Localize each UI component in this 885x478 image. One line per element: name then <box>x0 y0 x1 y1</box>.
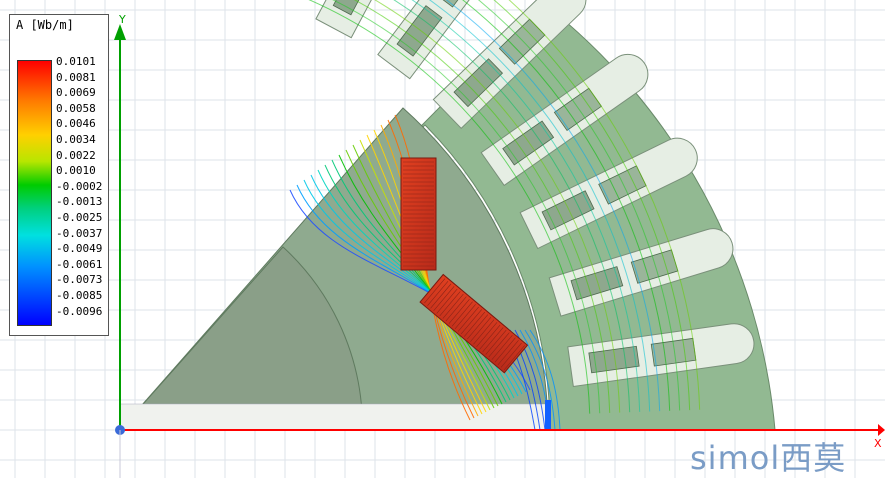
legend-tick-label: -0.0061 <box>56 257 103 271</box>
legend-title: A [Wb/m] <box>16 18 74 32</box>
legend-tick-label: -0.0013 <box>56 195 103 209</box>
permanent-magnet-1 <box>400 157 437 271</box>
legend-tick-label: -0.0025 <box>56 211 103 224</box>
x-axis-label: X <box>874 437 882 450</box>
legend-tick-label: 0.0046 <box>56 117 96 131</box>
brand-watermark: simol西莫 <box>690 439 847 477</box>
y-axis-arrow <box>114 24 126 40</box>
legend-tick-label: -0.0096 <box>56 304 103 318</box>
legend-tick-label: 0.0022 <box>56 148 96 162</box>
legend-tick-label: -0.0085 <box>56 289 103 302</box>
airgap-highlight <box>545 400 551 430</box>
field-plot-viewport[interactable]: Y X <box>0 0 885 478</box>
legend-tick-label: -0.0073 <box>56 273 103 287</box>
legend-tick-label: 0.0058 <box>56 101 96 115</box>
legend-tick-label: 0.0101 <box>56 55 96 68</box>
legend-tick-label: -0.0049 <box>56 242 103 256</box>
legend-tick-label: -0.0002 <box>56 179 103 193</box>
legend-tick-label: 0.0069 <box>56 86 96 100</box>
field-legend[interactable]: A [Wb/m] 0.0101 0.0081 0.0069 0.0058 0.0046 0… <box>9 14 109 336</box>
x-axis-arrow <box>878 424 885 436</box>
legend-tick-label: -0.0037 <box>56 226 103 240</box>
y-axis-label: Y <box>118 13 126 26</box>
legend-tick-label: 0.0010 <box>56 164 96 178</box>
legend-colorbar <box>17 60 52 326</box>
legend-tick-label: 0.0081 <box>56 70 96 84</box>
legend-tick-label: 0.0034 <box>56 133 96 146</box>
